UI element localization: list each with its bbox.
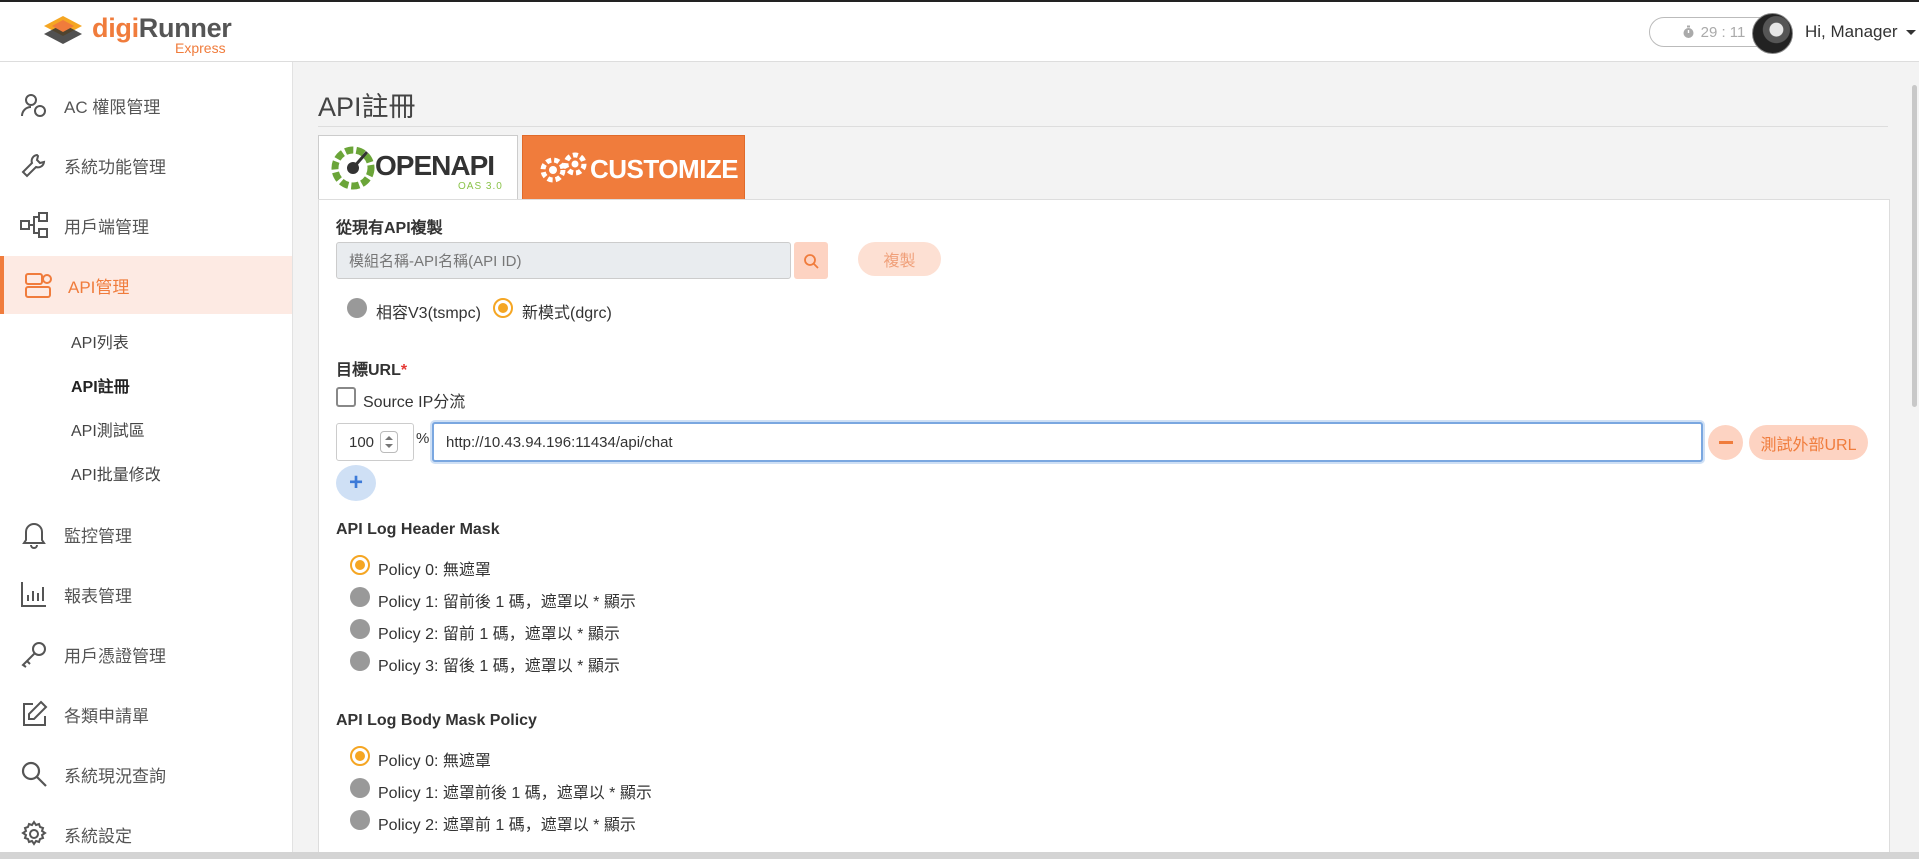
sidebar-subitem-api-test[interactable]: API測試區 xyxy=(71,417,145,441)
sidebar-item-label: 各類申請單 xyxy=(64,706,149,726)
sidebar-subitem-api-batch-edit[interactable]: API批量修改 xyxy=(71,461,161,485)
title-divider xyxy=(318,126,1888,127)
remove-url-button[interactable] xyxy=(1708,425,1743,460)
sidebar-item-label: 監控管理 xyxy=(64,526,132,546)
network-icon xyxy=(20,212,48,238)
page-title: API註冊 xyxy=(318,92,416,122)
search-button[interactable] xyxy=(794,242,828,279)
sidebar-item-label: 系統功能管理 xyxy=(64,157,166,177)
sidebar-subitem-api-list[interactable]: API列表 xyxy=(71,329,129,353)
search-icon xyxy=(804,253,819,269)
stopwatch-icon xyxy=(1683,25,1694,38)
copy-section-label: 從現有API複製 xyxy=(336,220,443,237)
body-mask-option-1: Policy 1: 遮罩前後 1 碼，遮罩以 * 顯示 xyxy=(378,785,652,802)
source-ip-label: Source IP分流 xyxy=(363,394,466,411)
sidebar-item-label: 系統設定 xyxy=(64,826,132,846)
avatar[interactable] xyxy=(1752,13,1793,54)
sidebar-item-applications[interactable]: 各類申請單 xyxy=(0,685,292,743)
sidebar-item-label: 用戶憑證管理 xyxy=(64,646,166,666)
add-url-button[interactable]: + xyxy=(336,465,376,501)
body-mask-radio-2[interactable] xyxy=(350,810,370,830)
minus-icon xyxy=(1718,441,1733,444)
sidebar-item-label: AC 權限管理 xyxy=(64,97,161,117)
openapi-label: OPENAPI xyxy=(375,150,495,181)
edit-icon xyxy=(23,700,48,726)
user-greeting: Hi, Manager xyxy=(1805,22,1898,41)
digirunner-logo[interactable]: digiRunner Express xyxy=(42,12,242,56)
user-shield-icon xyxy=(21,94,46,117)
body-mask-option-0: Policy 0: 無遮罩 xyxy=(378,753,491,770)
copy-button[interactable]: 複製 xyxy=(858,242,941,276)
vertical-scrollbar[interactable] xyxy=(1912,85,1917,407)
user-menu[interactable]: Hi, Manager xyxy=(1805,22,1916,42)
sidebar-item-reports[interactable]: 報表管理 xyxy=(0,565,292,623)
mode-label-v3: 相容V3(tsmpc) xyxy=(376,305,481,322)
source-ip-checkbox[interactable] xyxy=(336,387,356,407)
sidebar-item-label: 用戶端管理 xyxy=(64,217,149,237)
header-mask-radio-2[interactable] xyxy=(350,619,370,639)
sidebar-item-system-settings[interactable]: 系統設定 xyxy=(0,805,292,852)
key-icon xyxy=(21,642,46,668)
sidebar: AC 權限管理 系統功能管理 用戶端管理 API管理 API列表 API註冊 A… xyxy=(0,62,293,852)
body-mask-option-2: Policy 2: 遮罩前 1 碼，遮罩以 * 顯示 xyxy=(378,817,636,834)
header-mask-label: API Log Header Mask xyxy=(336,521,500,538)
header-mask-option-2: Policy 2: 留前 1 碼，遮罩以 * 顯示 xyxy=(378,626,620,643)
openapi-version: OAS 3.0 xyxy=(458,181,503,192)
sidebar-item-system-status[interactable]: 系統現況查詢 xyxy=(0,745,292,803)
target-url-input[interactable]: http://10.43.94.196:11434/api/chat xyxy=(432,422,1703,462)
logo-subtitle: Express xyxy=(175,40,226,56)
header-mask-radio-0[interactable] xyxy=(350,555,370,575)
header-mask-option-0: Policy 0: 無遮罩 xyxy=(378,562,491,579)
header-mask-radio-3[interactable] xyxy=(350,651,370,671)
header-mask-option-1: Policy 1: 留前後 1 碼，遮罩以 * 顯示 xyxy=(378,594,636,611)
chevron-down-icon xyxy=(1905,29,1916,35)
test-external-url-button[interactable]: 測試外部URL xyxy=(1749,425,1868,460)
tab-openapi[interactable]: OPENAPI OAS 3.0 xyxy=(318,135,518,200)
sidebar-item-label: 報表管理 xyxy=(64,586,132,606)
target-url-label: 目標URL* xyxy=(336,362,408,379)
search-icon xyxy=(21,761,47,787)
mode-label-new: 新模式(dgrc) xyxy=(522,305,612,322)
sidebar-item-system-function[interactable]: 系統功能管理 xyxy=(0,136,292,194)
sidebar-item-client[interactable]: 用戶端管理 xyxy=(0,196,292,254)
horizontal-scrollbar[interactable] xyxy=(0,852,1919,859)
mode-radio-v3[interactable] xyxy=(347,298,367,318)
header-mask-radio-1[interactable] xyxy=(350,587,370,607)
copy-api-search-input[interactable]: 模組名稱-API名稱(API ID) xyxy=(336,242,791,279)
logo-mark-icon xyxy=(44,16,82,44)
top-header: digiRunner Express 29 : 11 Hi, Manager xyxy=(0,0,1919,62)
openapi-logo-icon xyxy=(331,146,375,190)
sidebar-item-label: 系統現況查詢 xyxy=(64,766,166,786)
gears-icon xyxy=(540,152,587,183)
tab-customize[interactable]: CUSTOMIZE xyxy=(522,135,745,200)
weight-value: 100 xyxy=(349,434,375,451)
mode-radio-new[interactable] xyxy=(493,298,513,318)
body-mask-radio-0[interactable] xyxy=(350,746,370,766)
api-box-icon xyxy=(25,273,52,298)
body-mask-label: API Log Body Mask Policy xyxy=(336,712,537,729)
wrench-icon xyxy=(21,153,46,178)
header-mask-option-3: Policy 3: 留後 1 碼，遮罩以 * 顯示 xyxy=(378,658,620,675)
bar-chart-icon xyxy=(21,582,46,607)
required-mark: * xyxy=(400,362,408,379)
sidebar-item-credentials[interactable]: 用戶憑證管理 xyxy=(0,625,292,683)
weight-stepper[interactable]: 100 xyxy=(336,423,414,461)
spinner-arrows-icon[interactable] xyxy=(380,431,398,453)
logo-wordmark: digiRunner xyxy=(92,13,232,43)
register-form-panel xyxy=(318,199,1890,859)
gear-icon xyxy=(21,820,47,846)
body-mask-radio-1[interactable] xyxy=(350,778,370,798)
sidebar-item-label: API管理 xyxy=(68,277,130,297)
sidebar-item-api-management[interactable]: API管理 xyxy=(0,256,292,314)
timer-value: 29 : 11 xyxy=(1700,23,1746,41)
sidebar-item-ac-permission[interactable]: AC 權限管理 xyxy=(0,76,292,134)
sidebar-subitem-api-register[interactable]: API註冊 xyxy=(71,373,130,397)
percent-sign: % xyxy=(416,430,430,447)
sidebar-item-monitoring[interactable]: 監控管理 xyxy=(0,505,292,563)
customize-label: CUSTOMIZE xyxy=(590,154,739,184)
bell-icon xyxy=(22,523,46,549)
